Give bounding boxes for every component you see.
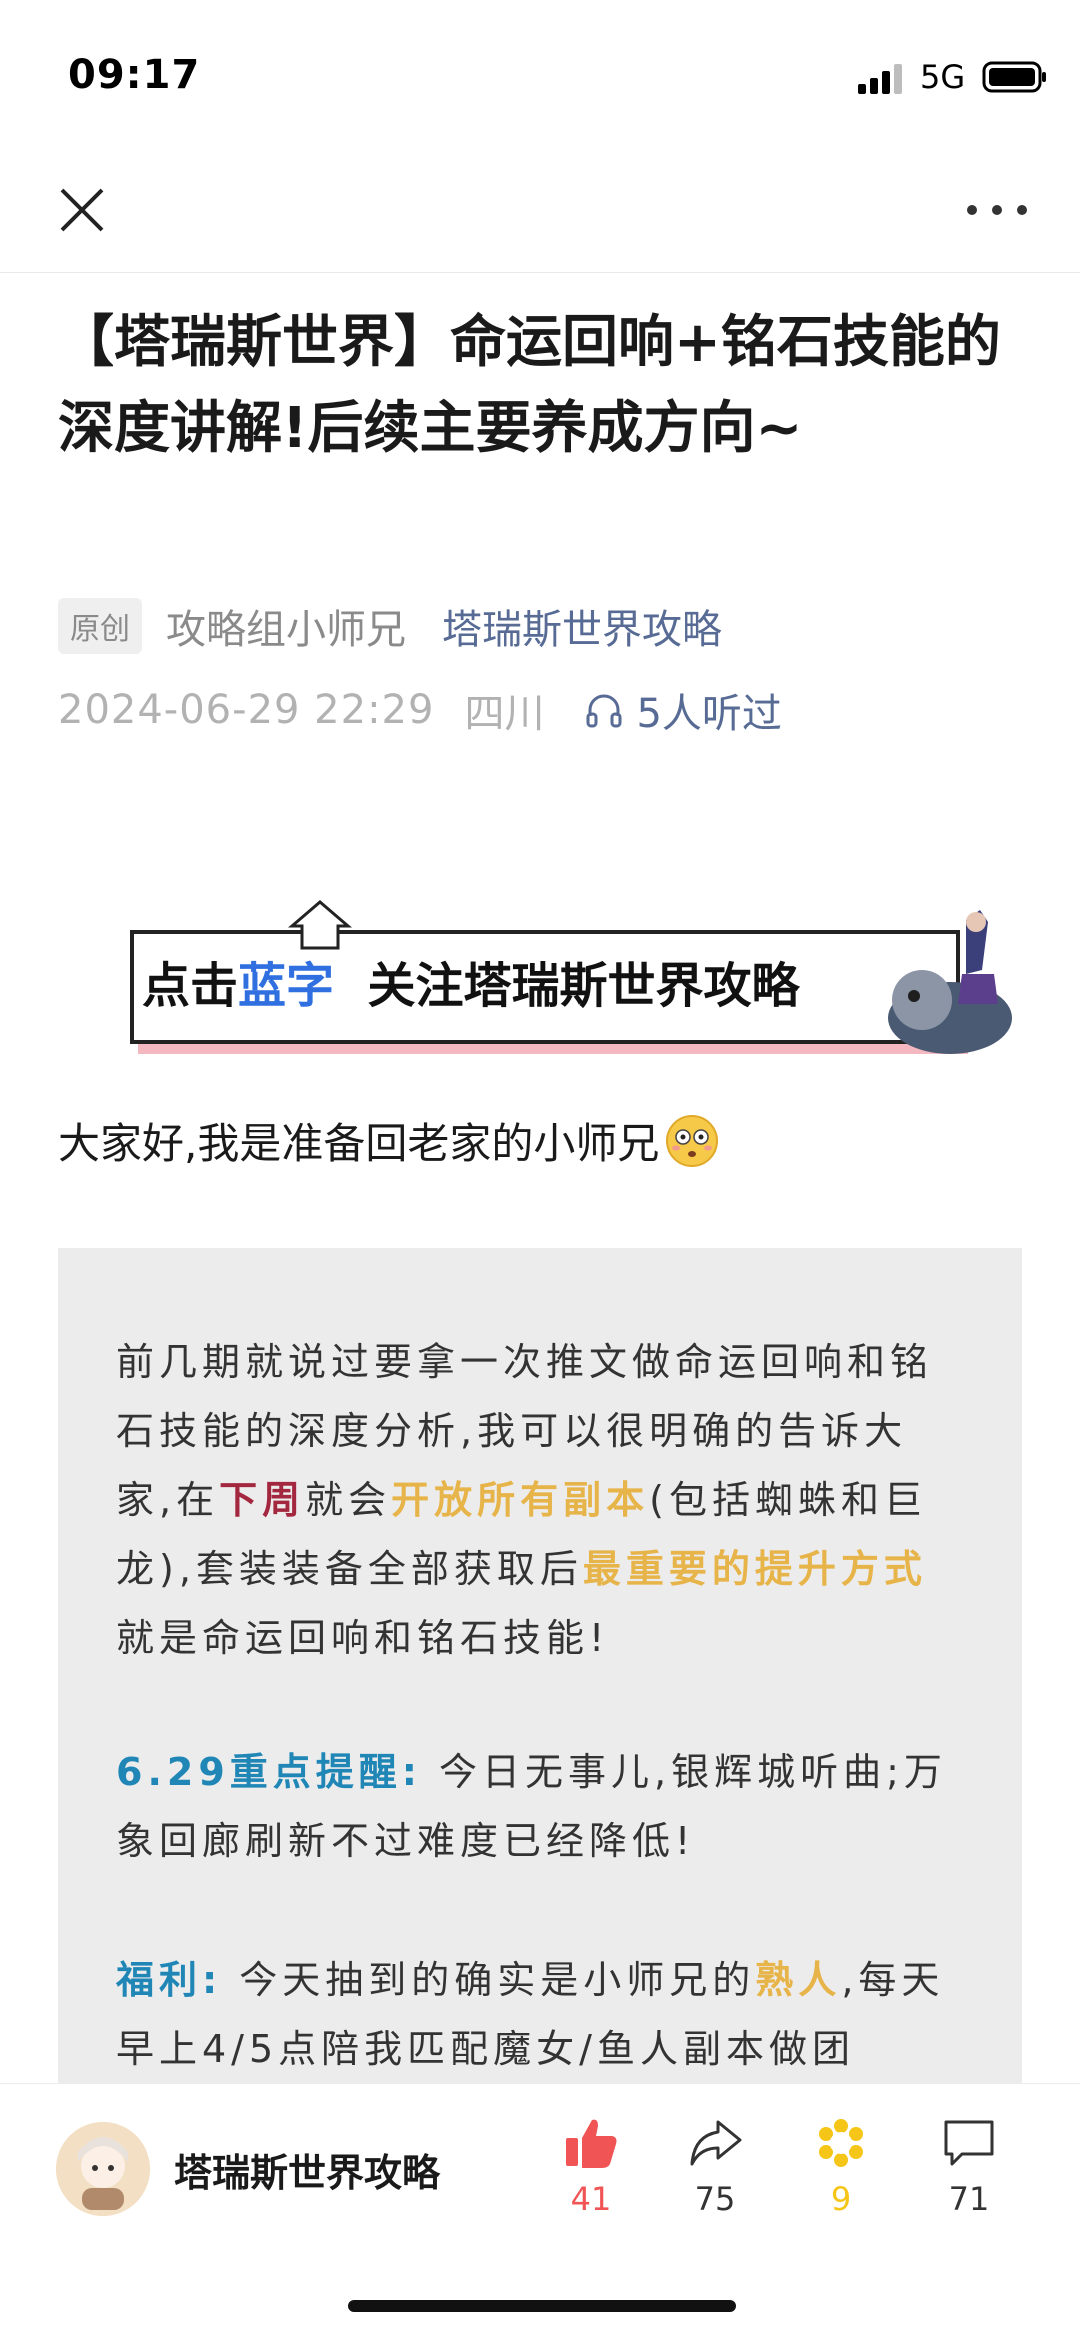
banner-text: 点击蓝字 关注塔瑞斯世界攻略 (142, 946, 799, 1016)
more-icon[interactable] (962, 190, 1032, 230)
house-icon (288, 900, 352, 950)
share-button[interactable]: 75 (670, 2114, 760, 2218)
listen-count[interactable]: 5人听过 (584, 681, 782, 739)
headphones-icon (586, 694, 622, 728)
publish-location: 四川 (464, 691, 545, 737)
close-icon[interactable] (52, 180, 112, 240)
like-button[interactable]: 41 (546, 2114, 636, 2218)
share-icon (690, 2120, 742, 2166)
favorite-count: 9 (830, 2180, 852, 2218)
article-title: 【塔瑞斯世界】命运回响+铭石技能的深度讲解!后续主要养成方向~ (58, 310, 1001, 461)
network-type: 5G (920, 58, 966, 96)
thumbs-up-icon (566, 2119, 617, 2168)
quote-p3-segment-2: 熟人 (755, 1958, 842, 2002)
account-link[interactable]: 塔瑞斯世界攻略 (442, 597, 722, 655)
banner-shadow (138, 1044, 968, 1054)
cellular-signal-icon (858, 64, 902, 94)
publish-date: 2024-06-29 22:29 (58, 687, 435, 733)
quote-p1-segment-6: 就是命运回响和铭石技能! (116, 1616, 610, 1660)
quote-p1-segment-1: 下周 (219, 1478, 306, 1522)
quote-p1-segment-3: 开放所有副本 (391, 1478, 650, 1522)
quote-p2-segment-0: 6.29重点提醒: (116, 1750, 422, 1794)
avatar-illustration-icon (56, 2122, 150, 2216)
original-tag: 原创 (58, 598, 142, 654)
comment-button[interactable]: 71 (924, 2114, 1014, 2218)
quote-p1-segment-2: 就会 (305, 1478, 392, 1522)
quote-p3-segment-1: 今天抽到的确实是小师兄的 (222, 1958, 756, 2002)
banner-prefix: 点击 (142, 958, 239, 1014)
account-name[interactable]: 塔瑞斯世界攻略 (174, 2142, 440, 2197)
comment-count: 71 (948, 2180, 990, 2218)
battery-icon (982, 61, 1046, 93)
quote-paragraph-2: 6.29重点提醒: 今日无事儿,银辉城听曲;万象回廊刷新不过难度已经降低! (116, 1738, 966, 1876)
favorite-button[interactable]: 9 (796, 2114, 886, 2218)
listen-count-text: 5人听过 (636, 691, 782, 737)
quote-p3-segment-0: 福利: (116, 1958, 223, 2002)
quote-p1-segment-5: 最重要的提升方式 (582, 1547, 927, 1591)
banner-rest: 关注塔瑞斯世界攻略 (367, 958, 800, 1014)
nav-bar (0, 150, 1080, 273)
share-count: 75 (694, 2180, 736, 2218)
author-name: 攻略组小师兄 (166, 607, 406, 653)
account-avatar[interactable] (56, 2122, 150, 2216)
article-meta: 原创 攻略组小师兄 塔瑞斯世界攻略 (58, 598, 722, 654)
character-illustration-icon (888, 910, 1012, 1054)
quote-paragraph-3: 福利: 今天抽到的确实是小师兄的熟人,每天早上4/5点陪我匹配魔女/鱼人副本做团 (116, 1946, 966, 2084)
article-info: 2024-06-29 22:29 四川 5人听过 (58, 680, 782, 740)
wow-flower-icon (819, 2119, 863, 2167)
flushed-emoji-icon (666, 1114, 719, 1167)
comment-icon (944, 2120, 994, 2166)
greeting-line: 大家好,我是准备回老家的小师兄 (58, 1110, 719, 1171)
banner-blue-word: 蓝字 (238, 958, 335, 1014)
like-count: 41 (570, 2180, 612, 2218)
status-bar: 09:17 5G (0, 0, 1080, 150)
home-indicator[interactable] (348, 2300, 736, 2312)
follow-banner[interactable]: 点击蓝字 关注塔瑞斯世界攻略 (130, 900, 1022, 1060)
greeting-text: 大家好,我是准备回老家的小师兄 (58, 1119, 660, 1168)
quote-paragraph-1: 前几期就说过要拿一次推文做命运回响和铭石技能的深度分析,我可以很明确的告诉大家,… (116, 1328, 966, 1673)
quote-block: 前几期就说过要拿一次推文做命运回响和铭石技能的深度分析,我可以很明确的告诉大家,… (58, 1248, 1022, 2098)
status-time: 09:17 (68, 52, 201, 98)
